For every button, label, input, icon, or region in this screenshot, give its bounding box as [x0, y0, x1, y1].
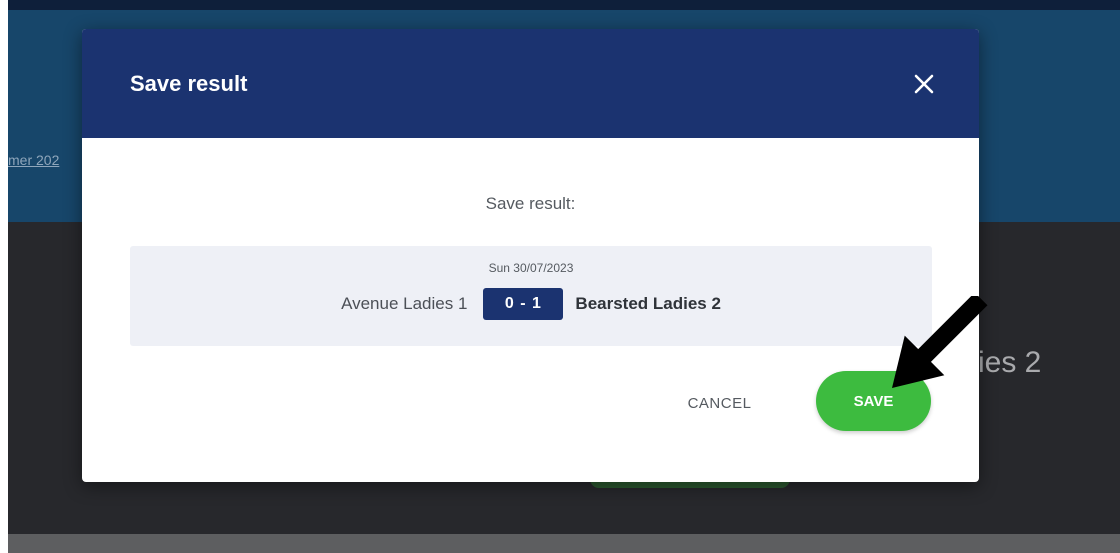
- match-date: Sun 30/07/2023: [488, 261, 574, 275]
- home-team: Avenue Ladies 1: [341, 294, 468, 313]
- dialog-header: Save result: [82, 29, 979, 138]
- match-result-card: Sun 30/07/2023 Avenue Ladies 1 0 - 1 Bea…: [130, 246, 932, 346]
- close-button[interactable]: [909, 69, 939, 99]
- score-badge: 0 - 1: [483, 288, 564, 320]
- away-team: Bearsted Ladies 2: [575, 294, 721, 313]
- background-date-link: mer 202: [8, 152, 60, 168]
- dialog-title: Save result: [130, 70, 248, 96]
- screen: mer 202 ies 2 Save result Save result: S…: [0, 0, 1120, 553]
- match-row: Avenue Ladies 1 0 - 1 Bearsted Ladies 2: [130, 288, 932, 320]
- cancel-button[interactable]: CANCEL: [672, 386, 767, 420]
- background-footer: [8, 534, 1120, 553]
- arrow-pointer-icon: [892, 296, 988, 388]
- close-icon: [914, 74, 934, 93]
- dialog-message: Save result:: [485, 194, 576, 213]
- background-top-bar: [8, 0, 1120, 10]
- save-result-dialog: Save result Save result: Sun 30/07/2023 …: [82, 29, 979, 482]
